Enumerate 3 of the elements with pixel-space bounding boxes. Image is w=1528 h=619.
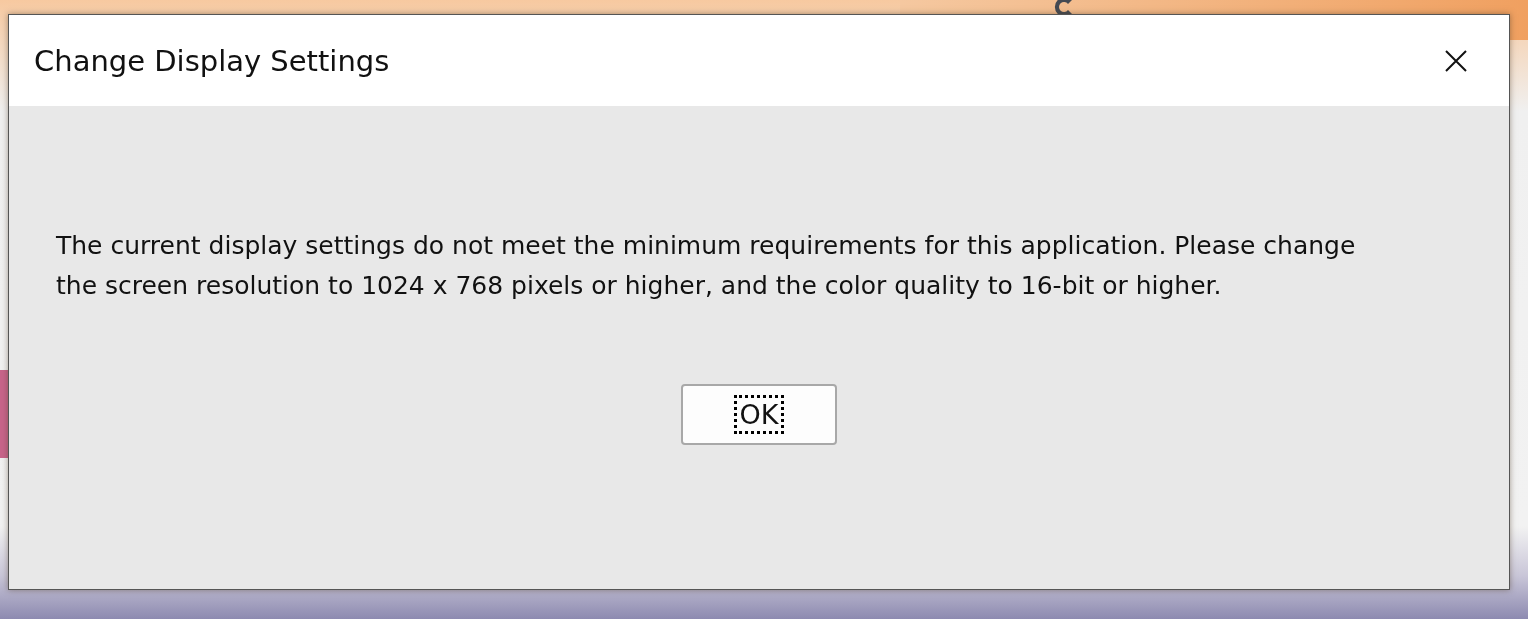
ok-button[interactable]: OK (681, 384, 837, 445)
dialog-message: The current display settings do not meet the minimum requirements for this application. Please change the screen resolution to 1024 x 768 pixels or higher, and the color quality to 16-bit or higher. (56, 230, 1357, 302)
dialog-title: Change Display Settings (34, 43, 390, 78)
